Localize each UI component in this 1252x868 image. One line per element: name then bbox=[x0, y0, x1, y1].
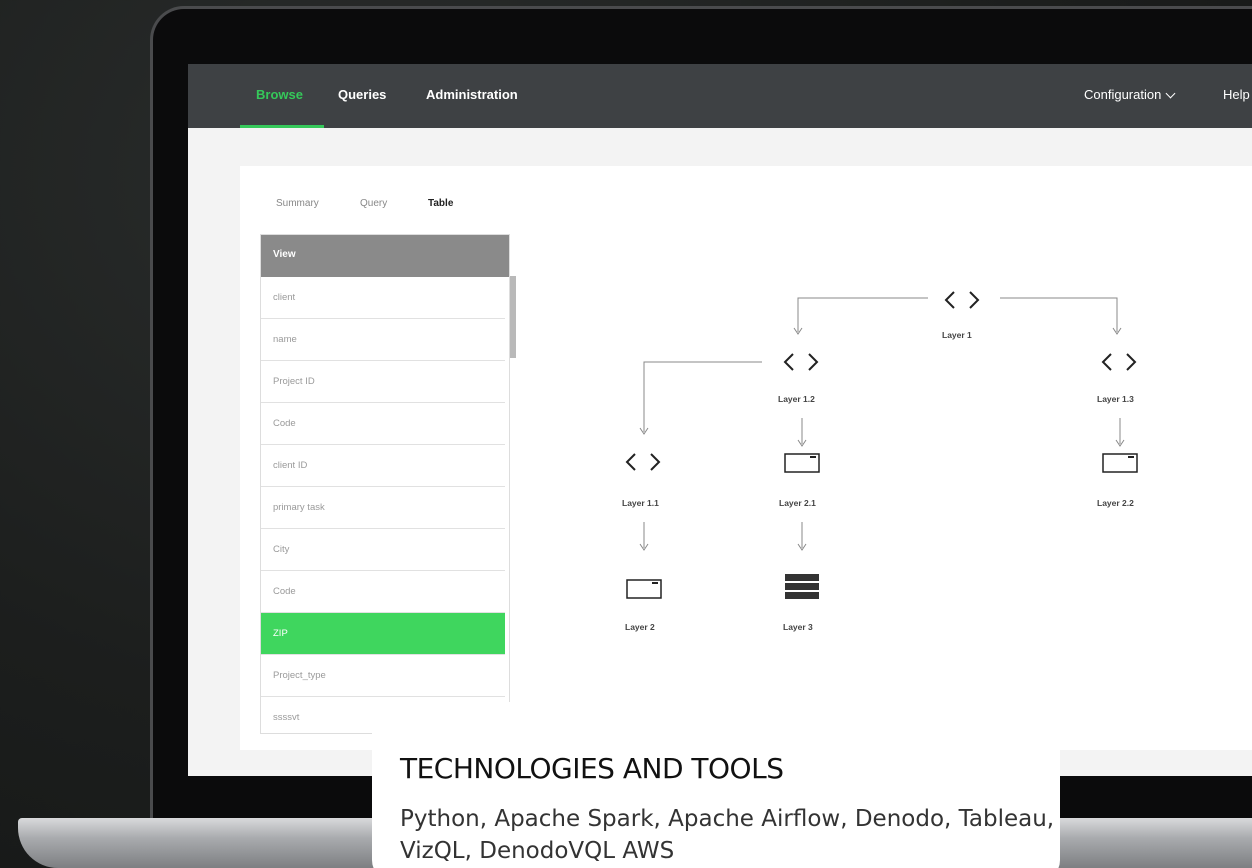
node-label-layer-1-2: Layer 1.2 bbox=[778, 394, 815, 404]
card-title: TECHNOLOGIES AND TOOLS bbox=[400, 752, 784, 785]
window-icon bbox=[626, 579, 662, 599]
window-icon bbox=[784, 453, 820, 473]
window-icon bbox=[1102, 453, 1138, 473]
code-brackets-icon bbox=[625, 453, 661, 471]
tech-tools-card: TECHNOLOGIES AND TOOLS Python, Apache Sp… bbox=[372, 702, 1060, 868]
configuration-label: Configuration bbox=[1084, 87, 1162, 102]
code-brackets-icon bbox=[944, 291, 980, 309]
node-label-layer-2-2: Layer 2.2 bbox=[1097, 498, 1134, 508]
active-tab-indicator bbox=[240, 125, 324, 128]
stack-icon bbox=[785, 574, 819, 599]
nav-browse[interactable]: Browse bbox=[256, 87, 303, 102]
top-navigation: Browse Queries Administration Configurat… bbox=[188, 64, 1252, 128]
nav-administration[interactable]: Administration bbox=[426, 87, 518, 102]
code-brackets-icon bbox=[1101, 353, 1137, 371]
chevron-down-icon bbox=[1165, 88, 1176, 99]
diagram-connectors bbox=[639, 297, 1125, 551]
node-label-layer-1-3: Layer 1.3 bbox=[1097, 394, 1134, 404]
node-label-layer-3: Layer 3 bbox=[783, 622, 813, 632]
node-label-layer-1: Layer 1 bbox=[942, 330, 972, 340]
app-screen: Browse Queries Administration Configurat… bbox=[188, 64, 1252, 776]
code-brackets-icon bbox=[783, 353, 819, 371]
node-label-layer-2: Layer 2 bbox=[625, 622, 655, 632]
node-label-layer-2-1: Layer 2.1 bbox=[779, 498, 816, 508]
layer-diagram bbox=[625, 291, 1138, 599]
nav-configuration[interactable]: Configuration bbox=[1084, 87, 1176, 102]
node-label-layer-1-1: Layer 1.1 bbox=[622, 498, 659, 508]
main-panel: Summary Query Table View client name Pro… bbox=[240, 166, 1252, 750]
nav-help[interactable]: Help bbox=[1223, 87, 1250, 102]
nav-queries[interactable]: Queries bbox=[338, 87, 386, 102]
card-text: Python, Apache Spark, Apache Airflow, De… bbox=[400, 806, 1055, 864]
